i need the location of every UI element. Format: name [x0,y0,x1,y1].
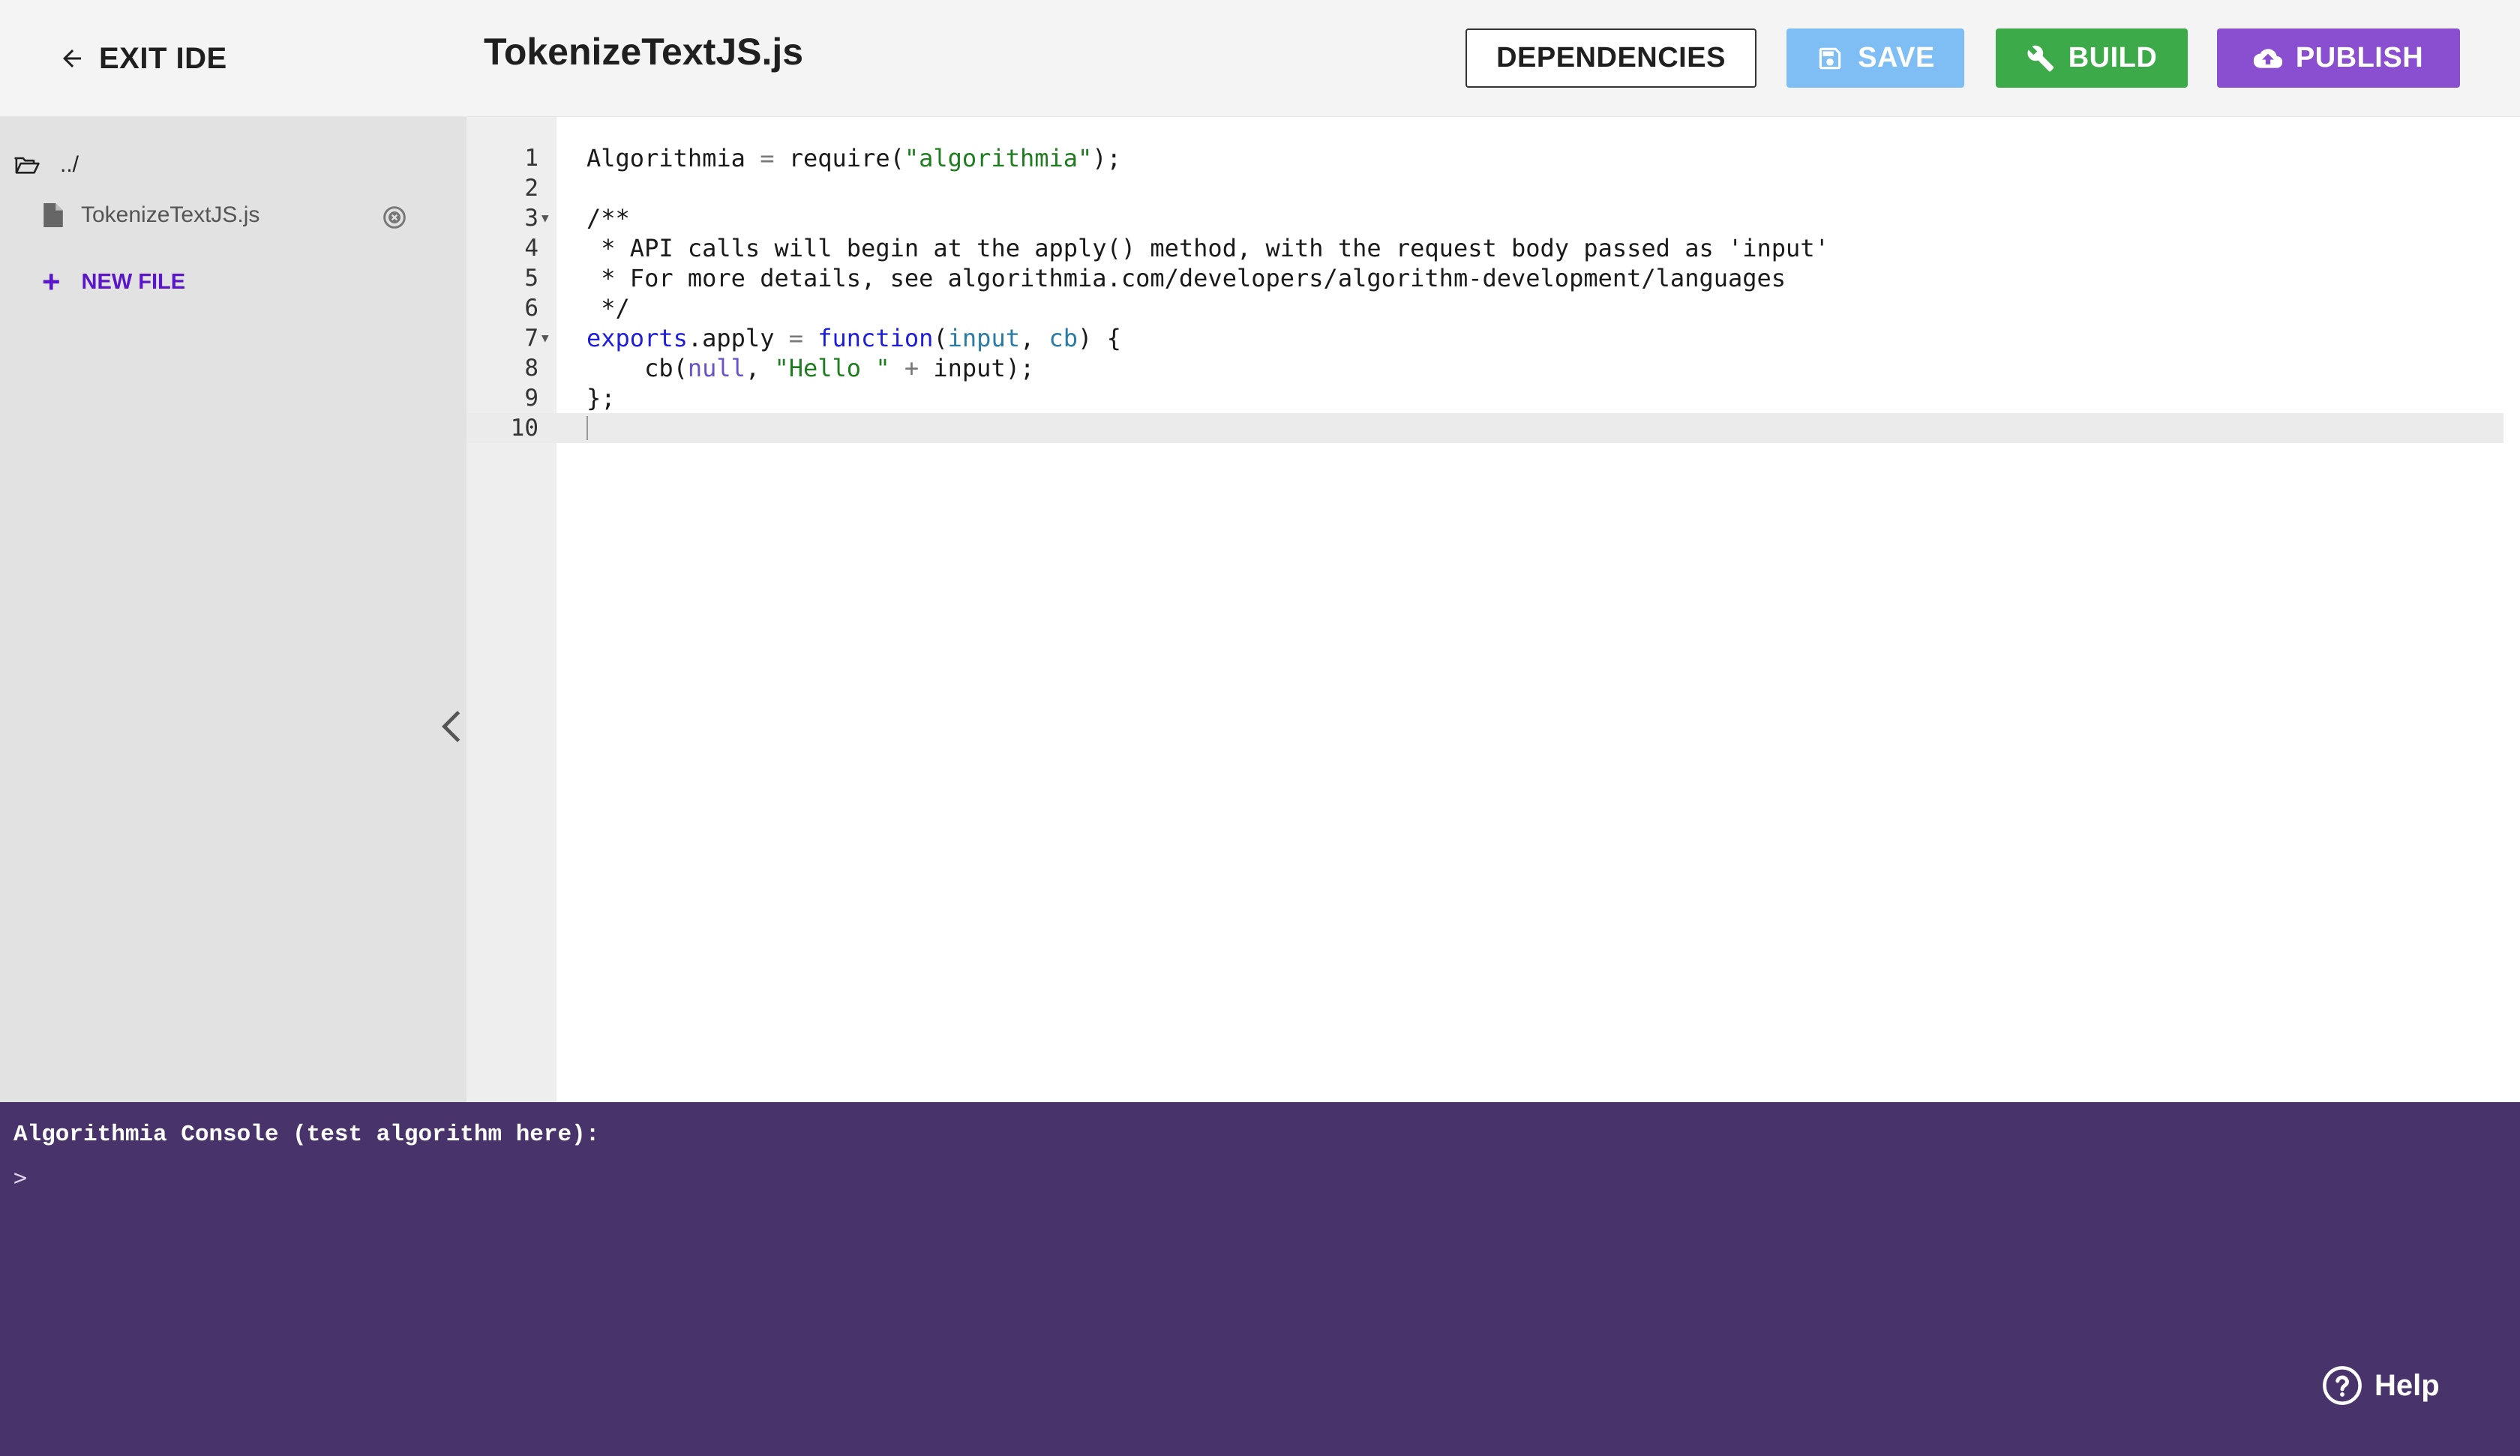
save-label: SAVE [1858,42,1935,73]
line-number: 8 [524,355,538,382]
line-number: 3 [524,205,538,232]
build-button[interactable]: BUILD [1996,28,2188,88]
exit-ide-label: EXIT IDE [99,41,227,75]
code-text: Algorithmia = require("algorithmia"); [586,144,1121,172]
fold-arrow-icon[interactable]: ▼ [542,323,549,353]
code-text: */ [586,294,630,322]
console-title: Algorithmia Console (test algorithm here… [14,1122,600,1148]
line-number: 4 [524,235,538,262]
chevron-left-icon[interactable] [438,709,465,744]
arrow-left-icon [63,49,81,67]
code-text: cb(null, "Hello " + input); [586,354,1035,382]
code-line: 4 * API calls will begin at the apply() … [466,233,2504,263]
code-line: 2 [466,173,2504,203]
publish-label: PUBLISH [2295,42,2424,73]
line-number: 7 [524,325,538,352]
build-label: BUILD [2068,42,2158,73]
code-text: * For more details, see algorithmia.com/… [586,264,1786,292]
ide-header: EXIT IDE TokenizeTextJS.js DEPENDENCIES … [0,0,2520,117]
plus-icon: + [42,264,61,299]
file-tree-sidebar: ../ TokenizeTextJS.js + NEW FILE [0,117,466,1102]
close-circle-icon[interactable] [382,205,406,229]
parent-directory-label: ../ [60,152,80,177]
line-number: 2 [524,175,538,202]
line-number: 10 [510,415,538,442]
code-line: 3 ▼ /** [466,203,2504,233]
code-line: 1 Algorithmia = require("algorithmia"); [466,143,2504,173]
code-line: 8 cb(null, "Hello " + input); [466,353,2504,383]
line-number: 1 [524,145,538,172]
cloud-upload-icon [2253,48,2282,68]
console-prompt: > [14,1165,28,1191]
file-item[interactable]: TokenizeTextJS.js [44,196,411,234]
help-button[interactable]: Help [2322,1365,2440,1407]
file-title: TokenizeTextJS.js [484,31,804,73]
text-cursor [586,416,588,440]
dependencies-label: DEPENDENCIES [1496,42,1726,73]
code-line: 7 ▼ exports.apply = function(input, cb) … [466,323,2504,353]
code-text: exports.apply = function(input, cb) { [586,324,1121,352]
code-line: 5 * For more details, see algorithmia.co… [466,263,2504,293]
publish-button[interactable]: PUBLISH [2217,28,2460,88]
code-text: * API calls will begin at the apply() me… [586,234,1829,262]
fold-arrow-icon[interactable]: ▼ [542,203,549,233]
line-number: 6 [524,295,538,322]
dependencies-button[interactable]: DEPENDENCIES [1466,28,1756,88]
file-icon [44,203,63,227]
line-number: 9 [524,385,538,412]
floppy-disk-icon [1819,47,1841,69]
question-circle-icon [2323,1366,2362,1405]
exit-ide-button[interactable]: EXIT IDE [58,37,227,79]
help-label: Help [2374,1368,2440,1402]
wrench-icon [2027,45,2054,71]
new-file-button[interactable]: + NEW FILE [42,264,186,299]
code-line: 9 }; [466,383,2504,413]
file-item-label: TokenizeTextJS.js [81,202,260,227]
folder-open-icon [14,157,40,174]
algorithmia-console: Algorithmia Console (test algorithm here… [0,1102,2520,1456]
code-lines[interactable]: 1 Algorithmia = require("algorithmia"); … [466,143,2504,443]
new-file-label: NEW FILE [81,269,186,294]
code-line: 6 */ [466,293,2504,323]
parent-directory-item[interactable]: ../ [14,150,79,180]
save-button[interactable]: SAVE [1786,28,1964,88]
console-input[interactable] [45,1159,1095,1194]
code-text: /** [586,204,630,232]
line-number: 5 [524,265,538,292]
code-line-active: 10 [466,413,2504,443]
code-text: }; [586,384,616,412]
